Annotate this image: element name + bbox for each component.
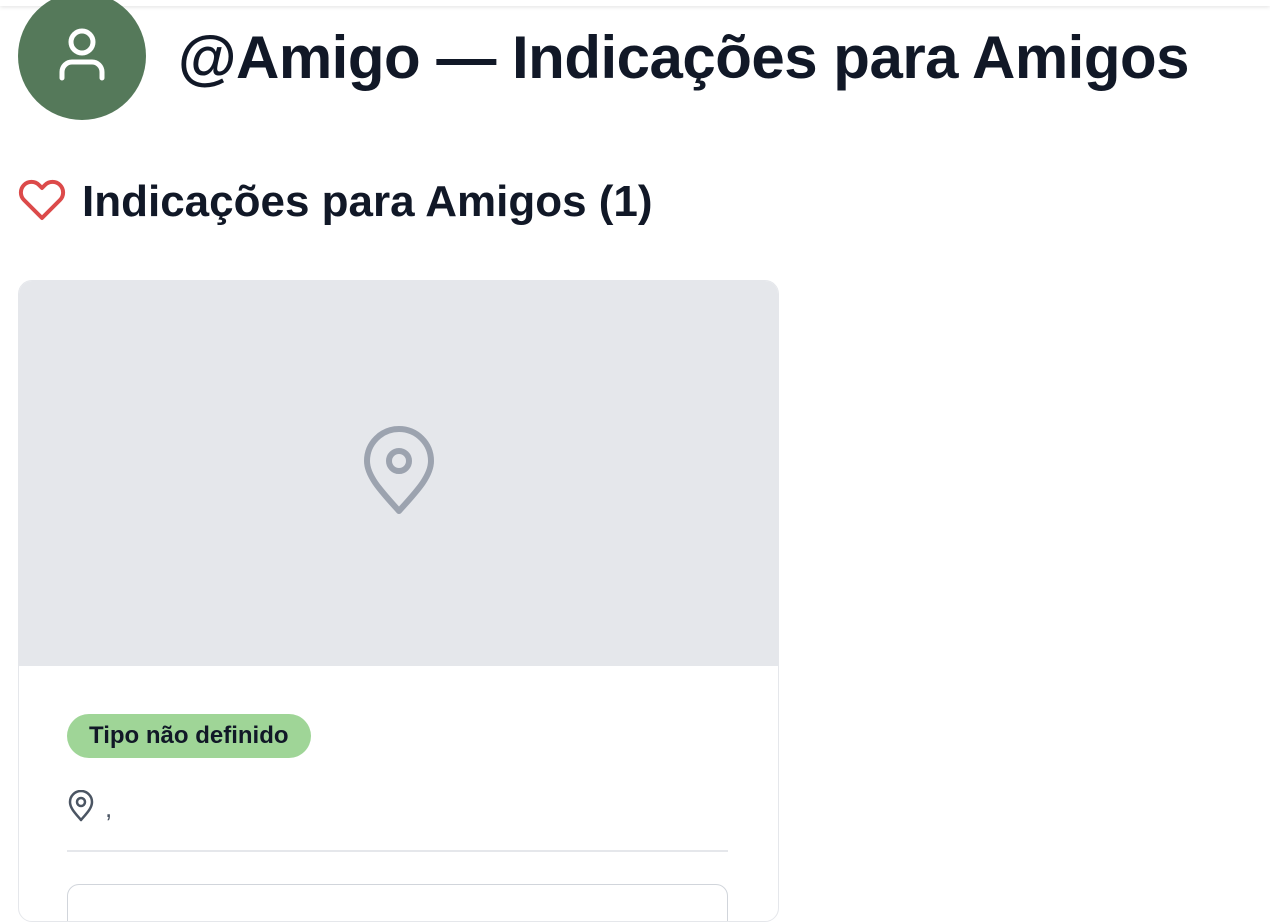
top-bar [0, 0, 1270, 6]
heart-icon [18, 178, 66, 227]
avatar [18, 0, 146, 120]
location-text: , [105, 793, 113, 823]
card-image-placeholder [19, 281, 778, 666]
card-divider [67, 850, 728, 852]
section-heading: Indicações para Amigos (1) [18, 174, 653, 230]
location-pin-icon [67, 789, 95, 827]
recommendation-card[interactable]: Tipo não definido , [18, 280, 779, 922]
card-body: Tipo não definido , [19, 666, 778, 921]
card-bottom-box[interactable] [67, 884, 728, 921]
user-icon [58, 26, 106, 87]
map-pin-icon [361, 425, 437, 522]
location-row: , [67, 788, 730, 828]
section-title: Indicações para Amigos (1) [82, 177, 653, 226]
page-title: @Amigo — Indicações para Amigos [178, 24, 1190, 91]
type-badge: Tipo não definido [67, 714, 311, 758]
